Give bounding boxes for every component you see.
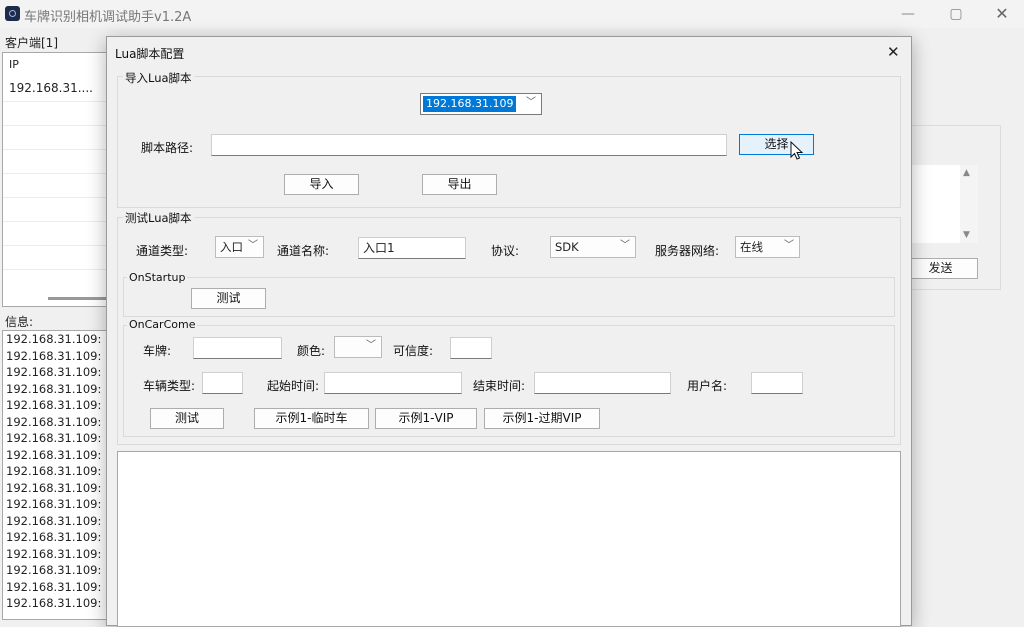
channel-type-value: 入口 (220, 240, 243, 254)
row-divider (3, 245, 111, 246)
import-button[interactable]: 导入 (284, 174, 359, 195)
script-path-input[interactable] (211, 134, 727, 156)
plate-label: 车牌: (143, 344, 172, 358)
vehicle-type-label: 车辆类型: (143, 379, 196, 393)
log-line: 192.168.31.109: (6, 530, 102, 544)
log-line: 192.168.31.109: (6, 596, 102, 610)
channel-name-input[interactable]: 入口1 (358, 237, 466, 259)
protocol-label: 协议: (491, 244, 520, 258)
client-ip-select[interactable]: 192.168.31.109 ﹀ (420, 93, 542, 115)
test-lua-group-label: 测试Lua脚本 (123, 210, 194, 226)
log-line: 192.168.31.109: (6, 381, 102, 396)
row-divider (3, 101, 111, 102)
log-line: 192.168.31.109: (6, 398, 102, 412)
oncarcome-test-button[interactable]: 测试 (150, 408, 224, 429)
export-button[interactable]: 导出 (422, 174, 497, 195)
send-button[interactable]: 发送 (903, 258, 978, 279)
window-close-button[interactable]: ✕ (980, 2, 1024, 26)
channel-name-label: 通道名称: (277, 244, 330, 258)
minimize-button[interactable]: — (886, 2, 930, 26)
script-path-label: 脚本路径: (141, 141, 194, 155)
log-line: 192.168.31.109: (6, 497, 102, 511)
log-line: 192.168.31.109: (6, 348, 102, 363)
example-expired-vip-button[interactable]: 示例1-过期VIP (484, 408, 600, 429)
start-time-input[interactable] (324, 372, 462, 394)
row-divider (3, 173, 111, 174)
protocol-value: SDK (555, 240, 579, 254)
row-divider (3, 269, 111, 270)
onstartup-group-label: OnStartup (127, 271, 188, 284)
row-divider (3, 197, 111, 198)
onstartup-test-button[interactable]: 测试 (191, 288, 266, 309)
example-vip-button[interactable]: 示例1-VIP (375, 408, 477, 429)
client-row-ip[interactable]: 192.168.31.... (9, 81, 93, 95)
chevron-down-icon: ﹀ (784, 240, 794, 251)
channel-type-select[interactable]: 入口 ﹀ (215, 236, 264, 258)
row-divider (3, 221, 111, 222)
server-network-value: 在线 (740, 240, 763, 254)
app-icon (5, 6, 20, 21)
clients-label: 客户端[1] (5, 36, 58, 50)
maximize-button[interactable]: ▢ (934, 2, 978, 26)
username-label: 用户名: (687, 379, 728, 393)
scroll-up-icon[interactable]: ▲ (963, 168, 970, 178)
end-time-input[interactable] (534, 372, 671, 394)
scroll-down-icon[interactable]: ▼ (963, 230, 970, 240)
clients-table[interactable]: IP 192.168.31.... (2, 52, 112, 307)
oncarcome-group-label: OnCarCome (127, 318, 198, 331)
log-line: 192.168.31.109: (6, 365, 102, 379)
server-network-select[interactable]: 在线 ﹀ (735, 236, 800, 258)
start-time-label: 起始时间: (267, 379, 320, 393)
confidence-input[interactable] (450, 337, 492, 359)
client-ip-selected: 192.168.31.109 (423, 96, 517, 112)
chevron-down-icon: ﹀ (620, 240, 630, 251)
mouse-cursor-icon (790, 141, 804, 160)
title-bar: 车牌识别相机调试助手v1.2A — ▢ ✕ (0, 0, 1024, 28)
log-line: 192.168.31.109: (6, 546, 102, 561)
end-time-label: 结束时间: (473, 379, 526, 393)
color-label: 颜色: (297, 344, 326, 358)
log-line: 192.168.31.109: (6, 464, 102, 478)
channel-type-label: 通道类型: (136, 244, 189, 258)
vehicle-type-input[interactable] (202, 372, 243, 394)
color-select[interactable]: ﹀ (334, 336, 382, 358)
column-header-ip[interactable]: IP (9, 58, 19, 71)
log-line: 192.168.31.109: (6, 332, 102, 346)
username-input[interactable] (751, 372, 803, 394)
chevron-down-icon: ﹀ (366, 340, 376, 351)
window-title: 车牌识别相机调试助手v1.2A (24, 10, 192, 25)
log-line: 192.168.31.109: (6, 513, 102, 528)
lua-config-dialog: Lua脚本配置 ✕ 导入Lua脚本 192.168.31.109 ﹀ 脚本路径:… (106, 36, 912, 627)
example-temp-car-button[interactable]: 示例1-临时车 (254, 408, 369, 429)
plate-input[interactable] (193, 337, 282, 359)
info-label: 信息: (5, 315, 34, 329)
dialog-close-button[interactable]: ✕ (887, 43, 900, 61)
log-line: 192.168.31.109: (6, 579, 102, 594)
chevron-down-icon: ﹀ (248, 240, 258, 251)
script-output-textarea[interactable] (117, 451, 901, 627)
vertical-scrollbar[interactable]: ▲ ▼ (960, 165, 978, 243)
protocol-select[interactable]: SDK ﹀ (550, 236, 636, 258)
row-divider (3, 149, 111, 150)
row-divider (3, 125, 111, 126)
log-line: 192.168.31.109: (6, 563, 102, 577)
confidence-label: 可信度: (393, 344, 434, 358)
server-network-label: 服务器网络: (655, 244, 720, 258)
horizontal-scrollbar[interactable] (48, 297, 106, 300)
import-lua-group-label: 导入Lua脚本 (123, 70, 194, 86)
log-line: 192.168.31.109: (6, 431, 102, 445)
log-line: 192.168.31.109: (6, 480, 102, 495)
info-log[interactable]: 192.168.31.109: 192.168.31.109: 192.168.… (2, 330, 112, 620)
log-line: 192.168.31.109: (6, 447, 102, 462)
dialog-title: Lua脚本配置 (115, 47, 185, 61)
chevron-down-icon: ﹀ (526, 97, 536, 108)
log-line: 192.168.31.109: (6, 414, 102, 429)
